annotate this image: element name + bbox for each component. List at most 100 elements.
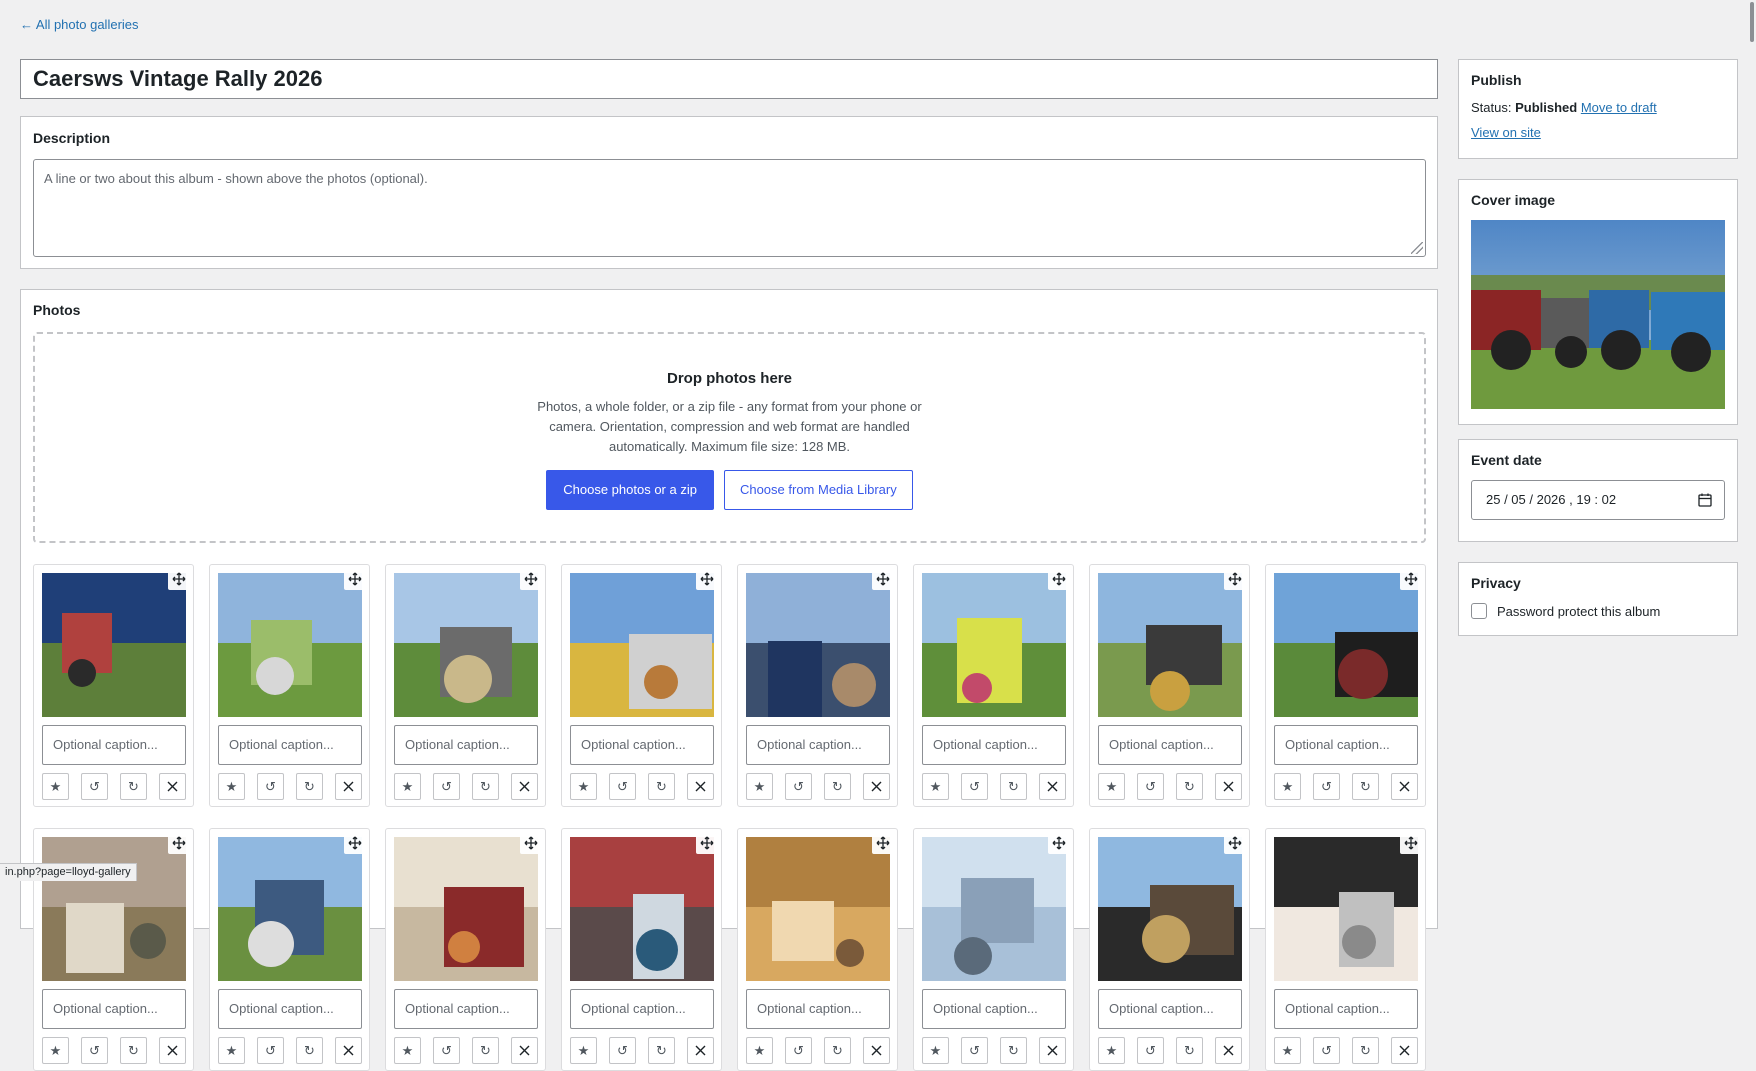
- caption-input[interactable]: Optional caption...: [922, 989, 1066, 1029]
- drag-handle-icon[interactable]: [520, 832, 542, 854]
- rotate-left-icon[interactable]: ↺: [257, 1037, 284, 1064]
- photo-thumbnail[interactable]: [218, 837, 362, 981]
- photo-card[interactable]: Optional caption... ★ ↺ ↻: [1089, 564, 1250, 807]
- remove-photo-close-icon[interactable]: [335, 1037, 362, 1064]
- drag-handle-icon[interactable]: [872, 568, 894, 590]
- drag-handle-icon[interactable]: [344, 832, 366, 854]
- rotate-right-icon[interactable]: ↻: [472, 1037, 499, 1064]
- rotate-left-icon[interactable]: ↺: [609, 1037, 636, 1064]
- back-to-galleries-link[interactable]: ← All photo galleries: [20, 17, 139, 32]
- remove-photo-close-icon[interactable]: [863, 1037, 890, 1064]
- remove-photo-close-icon[interactable]: [159, 1037, 186, 1064]
- rotate-left-icon[interactable]: ↺: [961, 773, 988, 800]
- rotate-right-icon[interactable]: ↻: [648, 773, 675, 800]
- set-cover-star-icon[interactable]: ★: [42, 1037, 69, 1064]
- photo-thumbnail[interactable]: [1274, 573, 1418, 717]
- photo-thumbnail[interactable]: [1274, 837, 1418, 981]
- photo-card[interactable]: Optional caption... ★ ↺ ↻: [913, 828, 1074, 1071]
- set-cover-star-icon[interactable]: ★: [1274, 773, 1301, 800]
- drag-handle-icon[interactable]: [168, 568, 190, 590]
- rotate-left-icon[interactable]: ↺: [433, 773, 460, 800]
- remove-photo-close-icon[interactable]: [159, 773, 186, 800]
- choose-media-library-button[interactable]: Choose from Media Library: [723, 470, 913, 510]
- caption-input[interactable]: Optional caption...: [1098, 725, 1242, 765]
- photo-thumbnail[interactable]: [42, 573, 186, 717]
- caption-input[interactable]: Optional caption...: [746, 725, 890, 765]
- caption-input[interactable]: Optional caption...: [42, 725, 186, 765]
- photo-thumbnail[interactable]: [42, 837, 186, 981]
- set-cover-star-icon[interactable]: ★: [570, 773, 597, 800]
- rotate-left-icon[interactable]: ↺: [1313, 773, 1340, 800]
- caption-input[interactable]: Optional caption...: [42, 989, 186, 1029]
- photo-card[interactable]: Optional caption... ★ ↺ ↻: [737, 828, 898, 1071]
- photo-thumbnail[interactable]: [570, 573, 714, 717]
- set-cover-star-icon[interactable]: ★: [394, 773, 421, 800]
- remove-photo-close-icon[interactable]: [511, 773, 538, 800]
- caption-input[interactable]: Optional caption...: [394, 725, 538, 765]
- password-protect-label[interactable]: Password protect this album: [1497, 604, 1660, 619]
- set-cover-star-icon[interactable]: ★: [218, 1037, 245, 1064]
- photo-card[interactable]: Optional caption... ★ ↺ ↻: [385, 564, 546, 807]
- photo-card[interactable]: Optional caption... ★ ↺ ↻: [1089, 828, 1250, 1071]
- remove-photo-close-icon[interactable]: [863, 773, 890, 800]
- rotate-right-icon[interactable]: ↻: [1176, 773, 1203, 800]
- drag-handle-icon[interactable]: [1048, 832, 1070, 854]
- drag-handle-icon[interactable]: [1224, 832, 1246, 854]
- photo-thumbnail[interactable]: [922, 573, 1066, 717]
- drag-handle-icon[interactable]: [1224, 568, 1246, 590]
- caption-input[interactable]: Optional caption...: [746, 989, 890, 1029]
- rotate-left-icon[interactable]: ↺: [609, 773, 636, 800]
- remove-photo-close-icon[interactable]: [1391, 1037, 1418, 1064]
- photo-thumbnail[interactable]: [1098, 837, 1242, 981]
- scrollbar-thumb[interactable]: [1750, 2, 1754, 42]
- photo-card[interactable]: Optional caption... ★ ↺ ↻: [385, 828, 546, 1071]
- drag-handle-icon[interactable]: [1048, 568, 1070, 590]
- rotate-right-icon[interactable]: ↻: [1352, 773, 1379, 800]
- remove-photo-close-icon[interactable]: [1215, 1037, 1242, 1064]
- photo-card[interactable]: Optional caption... ★ ↺ ↻: [561, 564, 722, 807]
- photo-thumbnail[interactable]: [218, 573, 362, 717]
- choose-photos-button[interactable]: Choose photos or a zip: [546, 470, 714, 510]
- set-cover-star-icon[interactable]: ★: [42, 773, 69, 800]
- event-date-input[interactable]: 25 / 05 / 2026 , 19 : 02: [1471, 480, 1725, 520]
- rotate-right-icon[interactable]: ↻: [120, 1037, 147, 1064]
- rotate-left-icon[interactable]: ↺: [785, 773, 812, 800]
- rotate-left-icon[interactable]: ↺: [81, 1037, 108, 1064]
- description-textarea[interactable]: A line or two about this album - shown a…: [33, 159, 1426, 257]
- set-cover-star-icon[interactable]: ★: [746, 1037, 773, 1064]
- rotate-left-icon[interactable]: ↺: [785, 1037, 812, 1064]
- rotate-left-icon[interactable]: ↺: [1137, 773, 1164, 800]
- rotate-left-icon[interactable]: ↺: [1313, 1037, 1340, 1064]
- photo-card[interactable]: Optional caption... ★ ↺ ↻: [209, 828, 370, 1071]
- cover-image[interactable]: [1471, 220, 1725, 409]
- photo-card[interactable]: Optional caption... ★ ↺ ↻: [913, 564, 1074, 807]
- rotate-right-icon[interactable]: ↻: [824, 1037, 851, 1064]
- remove-photo-close-icon[interactable]: [1215, 773, 1242, 800]
- rotate-left-icon[interactable]: ↺: [961, 1037, 988, 1064]
- rotate-left-icon[interactable]: ↺: [257, 773, 284, 800]
- remove-photo-close-icon[interactable]: [1039, 1037, 1066, 1064]
- set-cover-star-icon[interactable]: ★: [1274, 1037, 1301, 1064]
- rotate-right-icon[interactable]: ↻: [296, 1037, 323, 1064]
- rotate-right-icon[interactable]: ↻: [120, 773, 147, 800]
- photo-thumbnail[interactable]: [746, 837, 890, 981]
- photo-dropzone[interactable]: Drop photos here Photos, a whole folder,…: [33, 332, 1426, 543]
- photo-thumbnail[interactable]: [1098, 573, 1242, 717]
- photo-card[interactable]: Optional caption... ★ ↺ ↻: [737, 564, 898, 807]
- set-cover-star-icon[interactable]: ★: [922, 1037, 949, 1064]
- photo-card[interactable]: Optional caption... ★ ↺ ↻: [1265, 828, 1426, 1071]
- caption-input[interactable]: Optional caption...: [394, 989, 538, 1029]
- photo-thumbnail[interactable]: [746, 573, 890, 717]
- photo-card[interactable]: Optional caption... ★ ↺ ↻: [33, 564, 194, 807]
- calendar-icon[interactable]: [1698, 493, 1712, 507]
- caption-input[interactable]: Optional caption...: [1098, 989, 1242, 1029]
- remove-photo-close-icon[interactable]: [335, 773, 362, 800]
- rotate-right-icon[interactable]: ↻: [296, 773, 323, 800]
- caption-input[interactable]: Optional caption...: [570, 725, 714, 765]
- album-title-input[interactable]: Caersws Vintage Rally 2026: [20, 59, 1438, 99]
- remove-photo-close-icon[interactable]: [687, 773, 714, 800]
- view-on-site-link[interactable]: View on site: [1471, 125, 1541, 140]
- photo-thumbnail[interactable]: [394, 837, 538, 981]
- resize-grip-icon[interactable]: [1411, 242, 1423, 254]
- photo-thumbnail[interactable]: [394, 573, 538, 717]
